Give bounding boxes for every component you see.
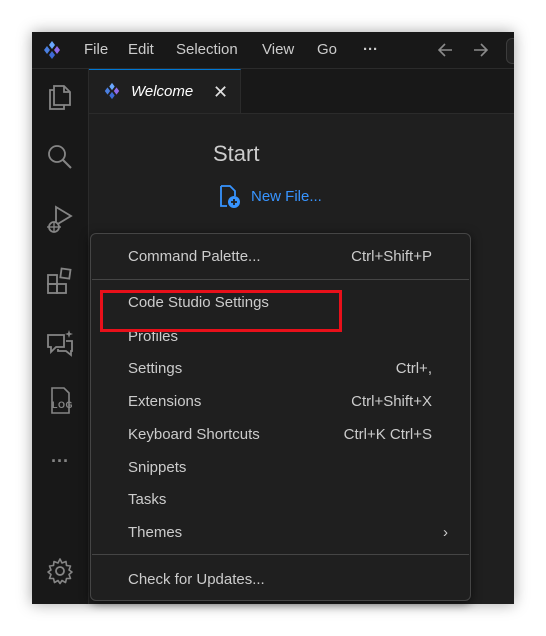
- new-file-label: New File...: [251, 188, 322, 205]
- arrow-left-icon[interactable]: [437, 32, 454, 68]
- menu-selection[interactable]: Selection: [176, 32, 238, 68]
- chevron-right-icon: ›: [443, 524, 448, 541]
- menu-item-shortcut: Ctrl+K Ctrl+S: [343, 426, 432, 443]
- menu-item-shortcut: Ctrl+Shift+X: [351, 393, 432, 410]
- menu-separator: [92, 554, 469, 555]
- menu-overflow-button[interactable]: ···: [363, 32, 378, 68]
- menu-item-shortcut: Ctrl+,: [395, 360, 432, 377]
- search-icon[interactable]: [44, 141, 76, 173]
- menu-item-themes[interactable]: Themes ›: [91, 518, 470, 548]
- tab-bar: Welcome ✕: [89, 69, 514, 114]
- explorer-icon[interactable]: [44, 81, 76, 113]
- log-icon-label: LOG: [52, 400, 73, 410]
- run-debug-icon[interactable]: [44, 203, 76, 235]
- menu-item-label: Check for Updates...: [128, 571, 265, 588]
- arrow-right-icon[interactable]: [472, 32, 489, 68]
- menu-item-keyboard-shortcuts[interactable]: Keyboard Shortcuts Ctrl+K Ctrl+S: [91, 420, 470, 450]
- menu-view[interactable]: View: [262, 32, 294, 68]
- menu-item-label: Command Palette...: [128, 248, 261, 265]
- activity-bar: LOG ···: [32, 69, 89, 604]
- menu-item-shortcut: Ctrl+Shift+P: [351, 248, 432, 265]
- menu-go[interactable]: Go: [317, 32, 337, 68]
- menu-item-check-for-updates[interactable]: Check for Updates...: [91, 565, 470, 595]
- new-file-icon: [220, 185, 240, 208]
- menu-item-snippets[interactable]: Snippets: [91, 453, 470, 483]
- menu-item-extensions[interactable]: Extensions Ctrl+Shift+X: [91, 387, 470, 417]
- command-center[interactable]: [506, 38, 514, 64]
- tab-welcome[interactable]: Welcome ✕: [89, 69, 241, 113]
- menu-item-label: Themes: [128, 524, 183, 541]
- close-icon[interactable]: ✕: [213, 70, 228, 114]
- menu-item-command-palette[interactable]: Command Palette... Ctrl+Shift+P: [91, 242, 470, 272]
- tab-welcome-label: Welcome: [131, 83, 194, 100]
- menu-separator: [92, 279, 469, 280]
- more-icon[interactable]: ···: [44, 445, 76, 477]
- menu-item-tasks[interactable]: Tasks: [91, 485, 470, 515]
- menu-item-label: Extensions: [128, 393, 202, 410]
- app-logo-icon: [44, 41, 60, 59]
- menu-item-label: Tasks: [128, 491, 167, 508]
- highlight-annotation-box: [100, 290, 342, 332]
- welcome-tab-icon: [104, 82, 120, 100]
- menu-file[interactable]: File: [84, 32, 108, 68]
- settings-gear-icon[interactable]: [44, 555, 76, 587]
- menu-item-label: Settings: [128, 360, 183, 377]
- extensions-icon[interactable]: [44, 265, 76, 297]
- menu-item-label: Snippets: [128, 459, 187, 476]
- start-heading: Start: [213, 141, 260, 166]
- menu-item-label: Keyboard Shortcuts: [128, 426, 260, 443]
- new-file-link[interactable]: New File...: [217, 182, 477, 212]
- chat-icon[interactable]: [44, 327, 76, 359]
- log-icon[interactable]: LOG: [44, 385, 76, 417]
- manage-context-menu: Command Palette... Ctrl+Shift+P Code Stu…: [90, 233, 471, 601]
- menu-item-settings[interactable]: Settings Ctrl+,: [91, 354, 470, 384]
- title-bar: File Edit Selection View Go ···: [32, 32, 514, 69]
- menu-edit[interactable]: Edit: [128, 32, 154, 68]
